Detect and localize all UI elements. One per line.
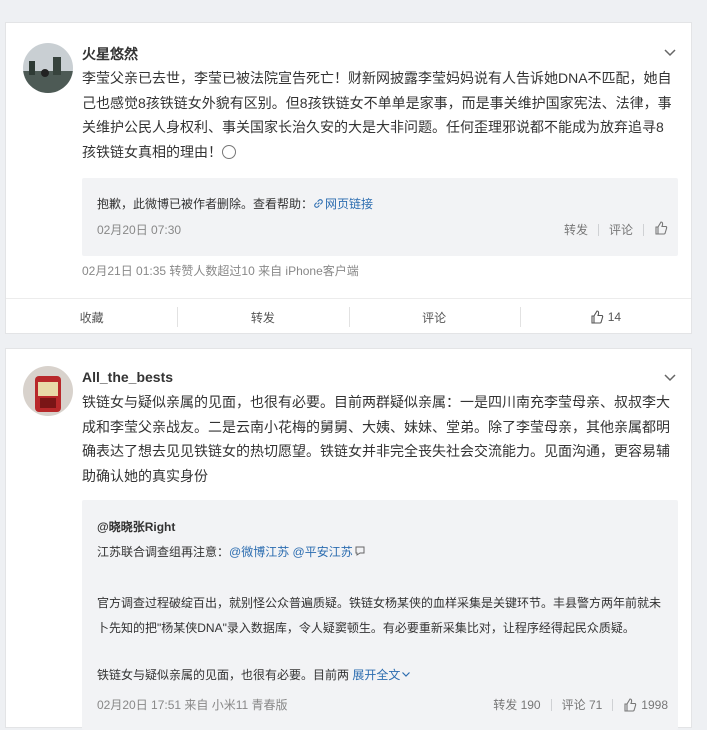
- chat-icon: [355, 546, 365, 556]
- quoted-post: 抱歉，此微博已被作者删除。查看帮助： 网页链接 02月20日 07:30 转发 评…: [82, 178, 678, 256]
- post-text: 铁链女与疑似亲属的见面，也很有必要。目前两群疑似亲属：一是四川南充李莹母亲、叔叔…: [82, 394, 670, 484]
- quote-like-button[interactable]: 1998: [623, 698, 668, 712]
- divider: [612, 698, 614, 711]
- divider: [597, 223, 599, 236]
- web-link[interactable]: 网页链接: [313, 197, 373, 211]
- divider: [643, 223, 644, 236]
- chevron-down-icon[interactable]: [663, 45, 677, 59]
- post-action-bar: 收藏 转发 评论 14: [6, 298, 691, 335]
- expand-full-text-link[interactable]: 展开全文: [352, 668, 411, 682]
- chevron-down-icon[interactable]: [663, 370, 677, 384]
- mention-link[interactable]: @微博江苏: [229, 545, 289, 559]
- weibo-post-card: 火星悠然 李莹父亲已去世，李莹已被法院宣告死亡！财新网披露李莹妈妈说有人告诉她D…: [5, 22, 692, 334]
- quote-line: 江苏联合调查组再注意：@微博江苏 @平安江苏: [97, 543, 366, 561]
- quote-repost-button[interactable]: 转发: [564, 221, 588, 238]
- quote-comment-button[interactable]: 评论 71: [562, 696, 603, 713]
- quote-paragraph: 官方调查过程破绽百出，就别怪公众普遍质疑。铁链女杨某侠的血样采集是关键环节。丰县…: [97, 596, 662, 635]
- quote-line-text: 江苏联合调查组再注意：: [97, 545, 230, 559]
- avatar[interactable]: [23, 366, 73, 416]
- post-meta: 02月21日 01:35 转赞人数超过10 来自 iPhone客户端: [82, 264, 359, 278]
- favorite-label: 收藏: [79, 310, 104, 325]
- quote-tail-text: 铁链女与疑似亲属的见面，也很有必要。目前两: [97, 668, 350, 682]
- thumb-up-icon: [591, 310, 603, 324]
- comment-button[interactable]: 评论: [348, 307, 520, 327]
- repost-button[interactable]: 转发: [177, 307, 348, 327]
- username[interactable]: All_the_bests: [82, 369, 173, 385]
- quote-repost-button[interactable]: 转发 190: [493, 696, 540, 713]
- avatar[interactable]: [23, 43, 73, 93]
- comment-label: 评论: [422, 310, 447, 325]
- repost-label: 转发: [250, 310, 275, 325]
- username[interactable]: 火星悠然: [82, 44, 138, 64]
- chevron-down-icon: [402, 672, 411, 677]
- quoted-post: @晓晓张Right 江苏联合调查组再注意：@微博江苏 @平安江苏 官方调查过程破…: [82, 500, 678, 730]
- smile-emoji-icon: [222, 144, 236, 159]
- deleted-notice: 抱歉，此微博已被作者删除。查看帮助： 网页链接: [97, 197, 374, 211]
- like-count: 1998: [641, 697, 668, 712]
- quote-author[interactable]: @晓晓张Right: [97, 518, 175, 536]
- quote-actions: 转发 评论: [564, 221, 668, 238]
- like-count: 14: [607, 310, 622, 324]
- thumb-up-icon: [624, 697, 637, 712]
- quote-timestamp[interactable]: 02月20日 07:30: [97, 221, 181, 238]
- weibo-post-card: All_the_bests 铁链女与疑似亲属的见面，也很有必要。目前两群疑似亲属…: [5, 348, 692, 730]
- like-button[interactable]: 14: [519, 307, 691, 327]
- quote-actions: 转发 190 评论 71 1998: [493, 696, 668, 713]
- quote-tail: 铁链女与疑似亲属的见面，也很有必要。目前两 展开全文: [97, 666, 411, 684]
- quote-comment-button[interactable]: 评论: [609, 221, 633, 238]
- mention-link[interactable]: @平安江苏: [293, 545, 353, 559]
- thumb-up-icon[interactable]: [654, 221, 668, 238]
- post-text: 李莹父亲已去世，李莹已被法院宣告死亡！财新网披露李莹妈妈说有人告诉她DNA不匹配…: [82, 70, 672, 160]
- quote-timestamp[interactable]: 02月20日 17:51 来自 小米11 青春版: [97, 696, 288, 713]
- favorite-button[interactable]: 收藏: [6, 309, 177, 326]
- link-icon: [314, 199, 323, 208]
- divider: [550, 698, 552, 711]
